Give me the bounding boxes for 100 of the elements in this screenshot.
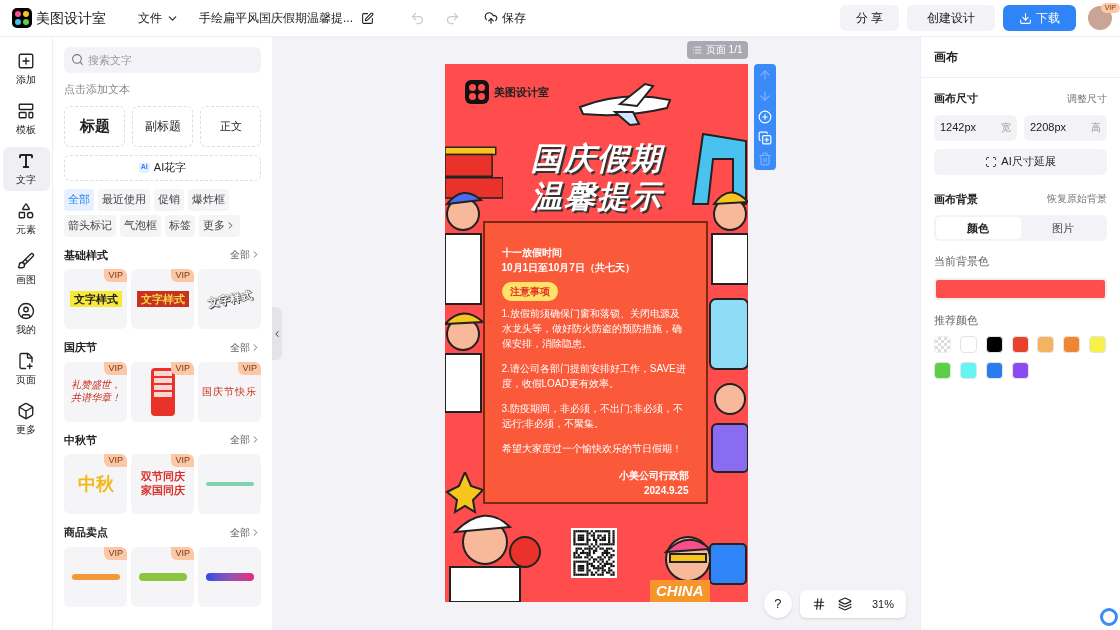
color-swatch[interactable] bbox=[959, 362, 977, 379]
poster-brand: 美图设计室 bbox=[493, 84, 549, 100]
text-style-preview: 国庆节快乐 bbox=[202, 385, 257, 399]
section-hint: 点击添加文本 bbox=[64, 82, 131, 97]
category-chip[interactable]: 促销 bbox=[154, 188, 184, 211]
ai-text-label: AI花字 bbox=[153, 160, 187, 176]
chevron-right-icon bbox=[250, 341, 261, 353]
create-design-button[interactable]: 创建设计 bbox=[907, 5, 995, 31]
notice-tag: 注意事项 bbox=[501, 282, 558, 301]
color-swatch[interactable] bbox=[985, 336, 1003, 353]
add-text-preset[interactable]: 副标题 bbox=[132, 105, 193, 147]
shirt-text: CHINA bbox=[650, 579, 710, 602]
vip-badge: VIP bbox=[171, 546, 194, 560]
sticker-thumbnail[interactable]: 文字样式 bbox=[198, 269, 261, 329]
see-all-link[interactable]: 全部 bbox=[230, 432, 261, 448]
category-chip[interactable]: 更多 bbox=[199, 214, 240, 237]
category-chip[interactable]: 标签 bbox=[165, 214, 195, 237]
sticker-thumbnail[interactable]: VIP 中秋 bbox=[64, 454, 127, 514]
grid-icon[interactable] bbox=[811, 597, 826, 611]
color-swatch[interactable] bbox=[985, 362, 1003, 379]
sticker-thumbnail[interactable] bbox=[198, 546, 261, 607]
current-color-swatch[interactable] bbox=[934, 277, 1107, 300]
user-icon bbox=[17, 301, 35, 320]
search-field[interactable]: 搜索文字 bbox=[64, 47, 261, 73]
assistant-icon[interactable] bbox=[1100, 608, 1118, 626]
see-all-link[interactable]: 全部 bbox=[230, 524, 261, 540]
help-button[interactable]: ? bbox=[763, 590, 792, 618]
category-chip[interactable]: 气泡框 bbox=[120, 214, 161, 237]
sidebar-tab[interactable]: 画图 bbox=[2, 247, 50, 291]
text-style-preview: 中秋 bbox=[77, 472, 114, 496]
duplicate-icon[interactable] bbox=[757, 131, 772, 145]
color-swatch[interactable] bbox=[1089, 336, 1107, 353]
sticker-thumbnail[interactable]: VIP 礼赞盛世，共谱华章！ bbox=[64, 361, 127, 422]
sticker-thumbnail[interactable]: VIP 国庆节快乐 bbox=[198, 361, 261, 422]
see-all-link[interactable]: 全部 bbox=[230, 247, 261, 263]
ai-extend-button[interactable]: AI尺寸延展 bbox=[934, 148, 1107, 175]
sticker-thumbnail[interactable]: VIP bbox=[64, 546, 127, 607]
section-title: 国庆节 bbox=[64, 340, 97, 355]
graphic-preview bbox=[138, 572, 187, 581]
sticker-thumbnail[interactable]: VIP 文字样式 bbox=[64, 269, 127, 329]
signature: 小美公司行政部 bbox=[618, 469, 689, 483]
color-swatch[interactable] bbox=[1037, 336, 1055, 353]
sticker-thumbnail[interactable] bbox=[198, 454, 261, 514]
color-swatch[interactable] bbox=[1063, 336, 1081, 353]
color-swatch[interactable] bbox=[1011, 336, 1029, 353]
transparent-swatch[interactable] bbox=[934, 336, 951, 353]
vip-badge: VIP bbox=[104, 361, 127, 375]
document-title[interactable]: 手绘扁平风国庆假期温馨提... bbox=[199, 9, 353, 27]
save-button[interactable]: 保存 bbox=[484, 9, 526, 27]
add-text-preset[interactable]: 正文 bbox=[200, 105, 261, 147]
field-label: 当前背景色 bbox=[934, 254, 990, 269]
category-chip[interactable]: 爆炸框 bbox=[188, 188, 229, 211]
segment-tab[interactable]: 图片 bbox=[1020, 217, 1105, 239]
width-field[interactable]: 1242px 宽 bbox=[934, 114, 1017, 141]
unit-label: 宽 bbox=[1001, 121, 1011, 135]
collapse-handle[interactable] bbox=[272, 307, 282, 360]
download-icon bbox=[1019, 11, 1032, 25]
vip-badge: VIP bbox=[171, 269, 194, 282]
sidebar-tab[interactable]: 页面 bbox=[2, 347, 50, 391]
height-field[interactable]: 2208px 高 bbox=[1024, 114, 1107, 141]
zoom-level[interactable]: 31% bbox=[871, 595, 894, 613]
rename-icon[interactable] bbox=[361, 11, 374, 25]
sticker-thumbnail[interactable]: VIP 文字样式 bbox=[131, 269, 194, 329]
color-swatch[interactable] bbox=[1011, 362, 1029, 379]
sidebar-tab[interactable]: 更多 bbox=[2, 397, 50, 441]
sidebar-tab[interactable]: 模板 bbox=[2, 97, 50, 141]
list-icon bbox=[691, 45, 702, 55]
app-logo-icon bbox=[12, 8, 32, 28]
segment-tab[interactable]: 颜色 bbox=[936, 217, 1021, 239]
share-button[interactable]: 分 享 bbox=[839, 5, 899, 31]
color-swatch[interactable] bbox=[934, 362, 951, 379]
sidebar-tab[interactable]: 文字 bbox=[2, 147, 50, 191]
color-swatch[interactable] bbox=[959, 336, 977, 353]
field-label: 画布背景 bbox=[934, 191, 978, 207]
template-icon bbox=[17, 101, 35, 120]
plus-circle-icon[interactable] bbox=[757, 110, 772, 124]
sidebar-tab[interactable]: 添加 bbox=[2, 47, 50, 91]
chevron-right-icon bbox=[250, 434, 261, 446]
notice-paragraph: 希望大家度过一个愉快欢乐的节日假期！ bbox=[501, 442, 683, 456]
sticker-thumbnail[interactable]: VIP 双节同庆家国同庆 bbox=[131, 454, 194, 514]
text-style-preview: 文字样式 bbox=[136, 290, 189, 308]
add-text-preset[interactable]: 标题 bbox=[64, 105, 125, 147]
poster-preview bbox=[150, 367, 175, 416]
resize-link[interactable]: 调整尺寸 bbox=[1067, 90, 1107, 107]
sidebar-tab[interactable]: 元素 bbox=[2, 197, 50, 241]
file-menu[interactable]: 文件 bbox=[138, 9, 179, 27]
graphic-preview bbox=[205, 482, 254, 486]
sticker-thumbnail[interactable]: VIP bbox=[131, 546, 194, 607]
category-chip[interactable]: 箭头标记 bbox=[64, 214, 116, 237]
poster-title: 国庆假期 温馨提示 bbox=[529, 140, 666, 216]
brush-icon bbox=[17, 251, 35, 270]
category-chip[interactable]: 最近使用 bbox=[98, 188, 150, 211]
logo-icon bbox=[464, 80, 489, 104]
layers-icon[interactable] bbox=[837, 597, 852, 611]
sticker-thumbnail[interactable]: VIP bbox=[131, 361, 194, 422]
chevron-right-icon bbox=[250, 526, 261, 538]
restore-link[interactable]: 恢复原始背景 bbox=[1047, 190, 1107, 207]
see-all-link[interactable]: 全部 bbox=[230, 339, 261, 355]
sidebar-tab[interactable]: 我的 bbox=[2, 297, 50, 341]
download-button[interactable]: 下载 bbox=[1003, 5, 1076, 31]
